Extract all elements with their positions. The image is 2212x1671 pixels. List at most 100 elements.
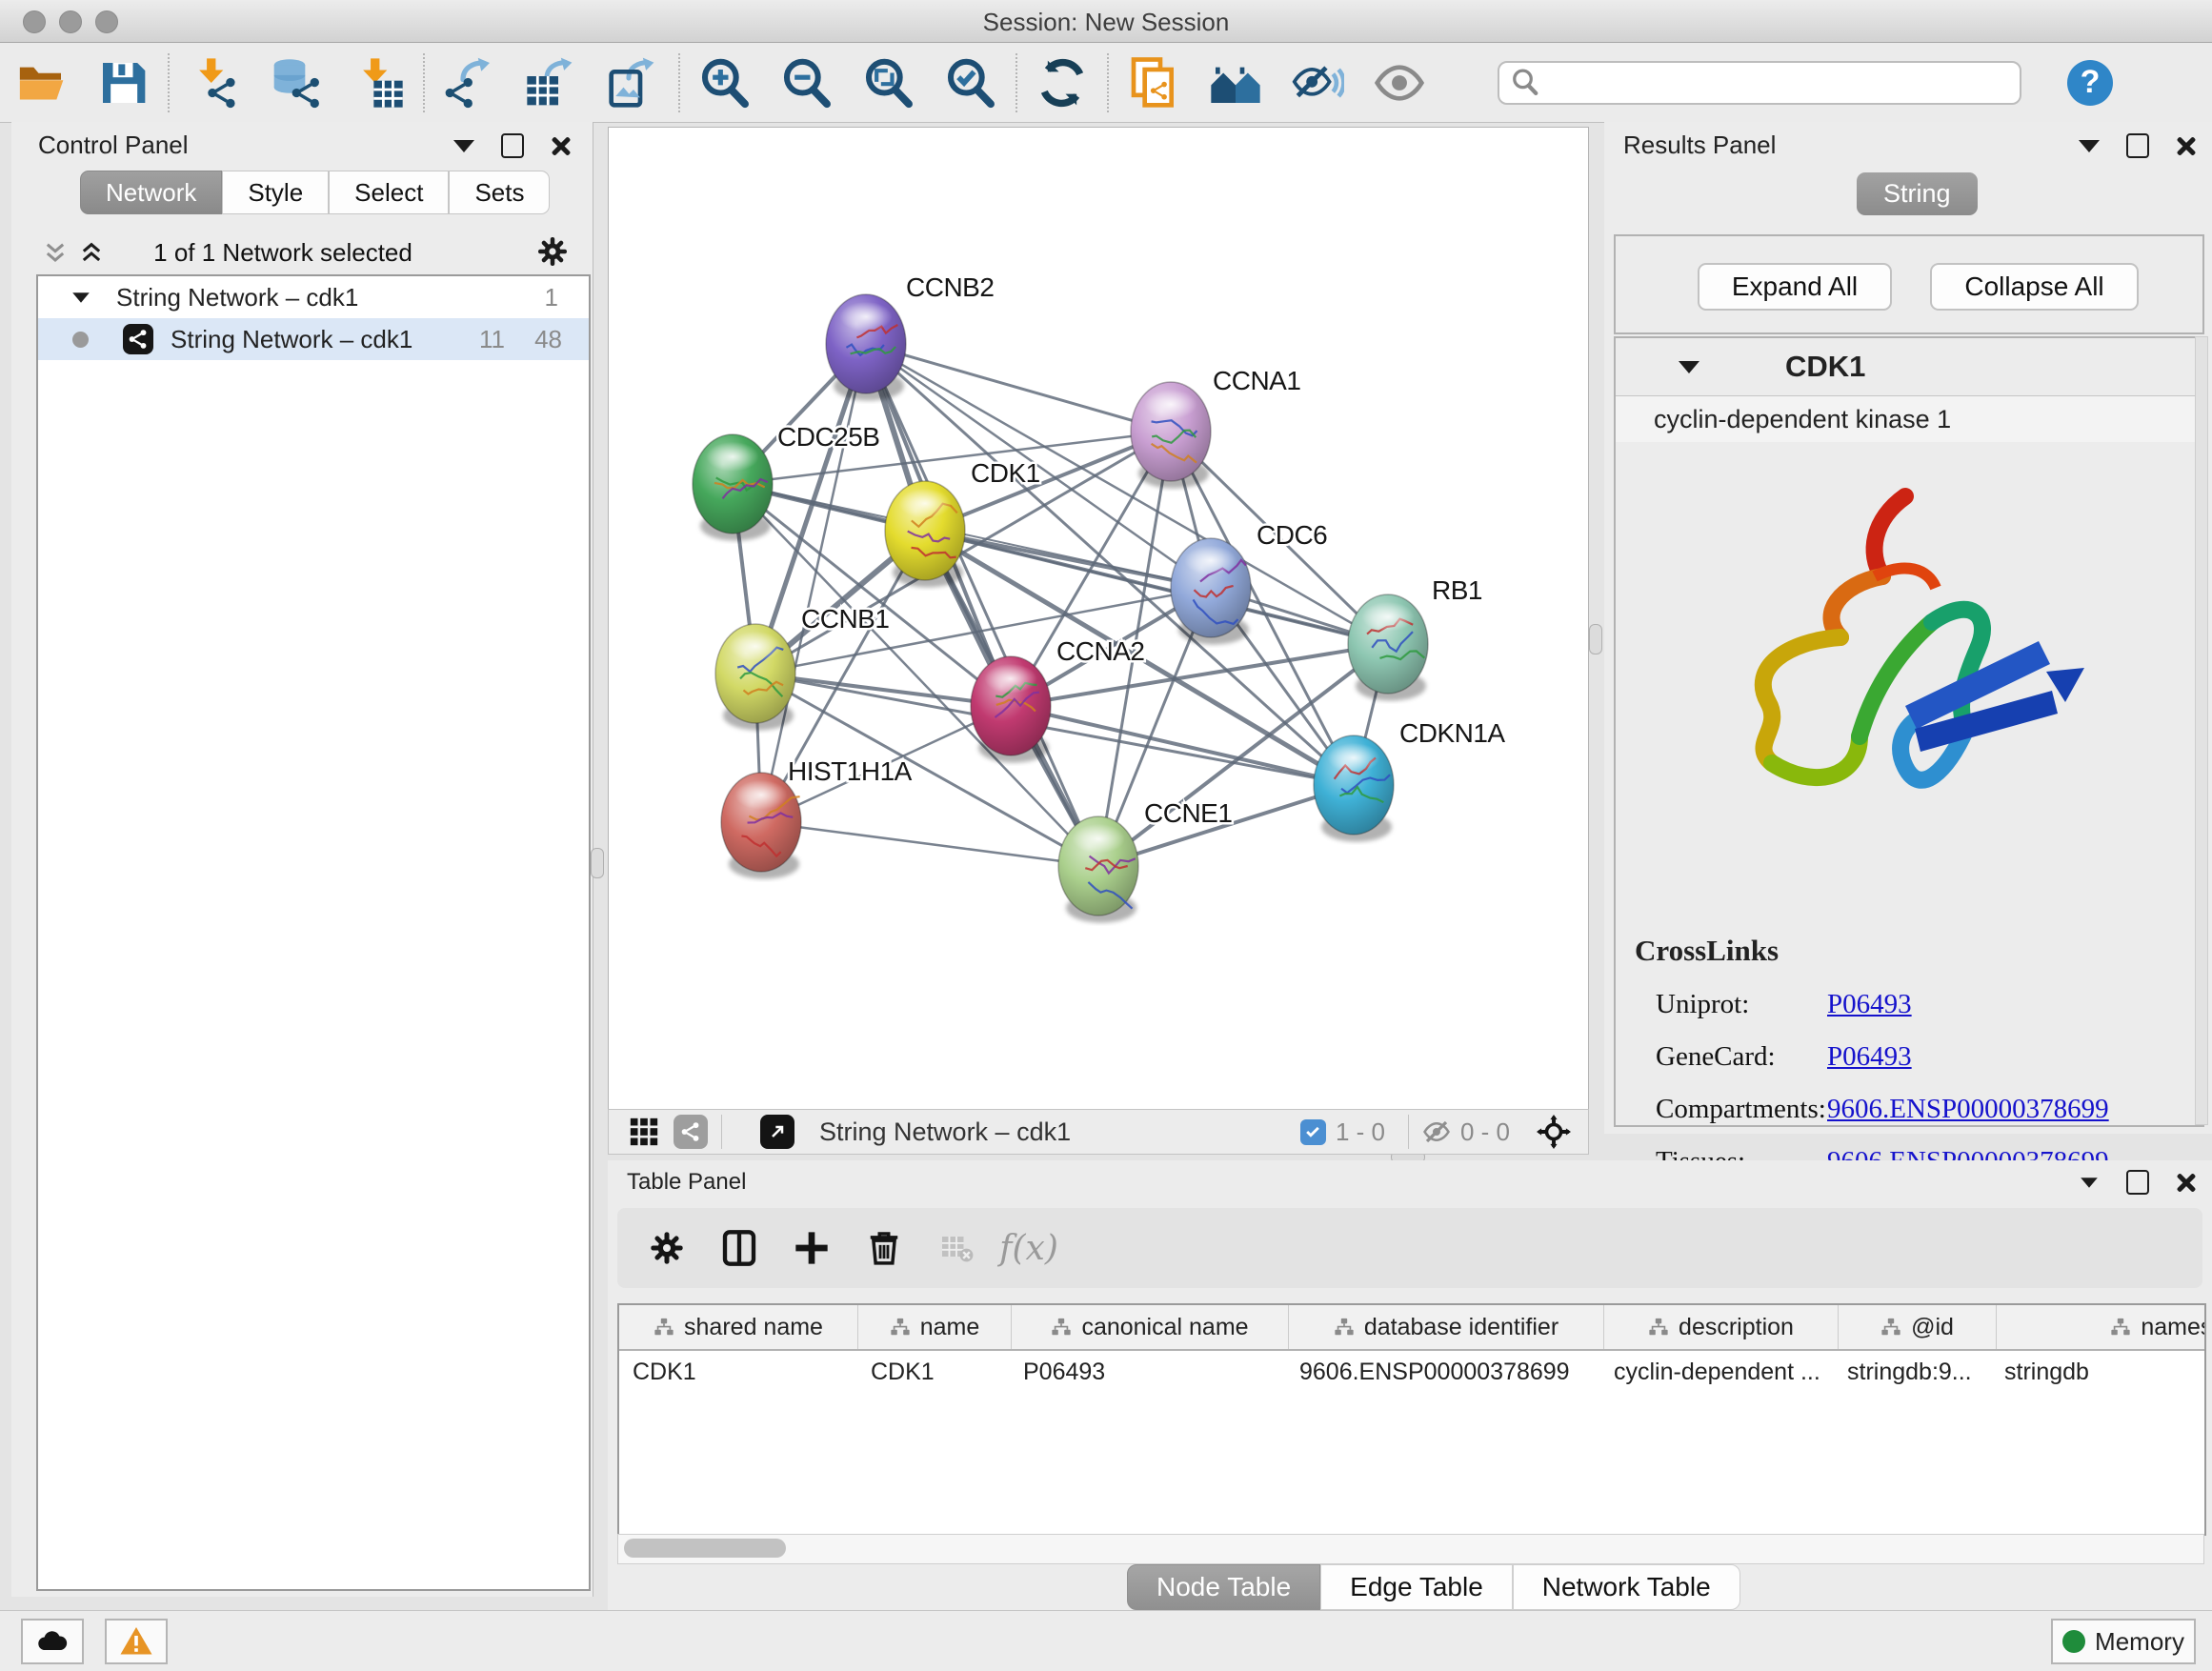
scrollbar-thumb[interactable]: [624, 1539, 786, 1558]
zoom-out-icon[interactable]: [766, 52, 848, 113]
tab-style[interactable]: Style: [222, 171, 329, 214]
table-horizontal-scrollbar[interactable]: [617, 1534, 2204, 1564]
import-network-file-icon[interactable]: [173, 52, 255, 113]
column-header-sharedname[interactable]: shared name: [619, 1305, 858, 1349]
crosslink-link[interactable]: 9606.ENSP00000378699: [1827, 1094, 2109, 1125]
open-session-icon[interactable]: [0, 52, 82, 113]
zoom-fit-icon[interactable]: [848, 52, 930, 113]
table-panel: Table Panel: [608, 1160, 2212, 1610]
zoom-selected-icon[interactable]: [930, 52, 1012, 113]
node-label-CDK1: CDK1: [971, 458, 1040, 488]
hide-selected-icon[interactable]: [1277, 52, 1358, 113]
close-panel-icon[interactable]: [2176, 1172, 2197, 1193]
refresh-view-icon[interactable]: [1021, 52, 1103, 113]
delete-column-icon[interactable]: [848, 1230, 920, 1266]
duplicate-network-view-icon[interactable]: [1113, 52, 1195, 113]
help-icon[interactable]: ?: [2067, 60, 2113, 106]
protein-structure-image: [1692, 462, 2092, 881]
edge-CCNB2-HIST1H1A[interactable]: [761, 344, 866, 822]
save-session-icon[interactable]: [82, 52, 164, 113]
tab-string[interactable]: String: [1857, 172, 1978, 215]
network-row[interactable]: String Network – cdk1 11 48: [38, 318, 589, 360]
float-panel-icon[interactable]: [501, 133, 524, 158]
table-options-gear-icon[interactable]: [631, 1229, 703, 1267]
column-type-icon: [890, 1317, 911, 1338]
edge-CCNA2-CDKN1A[interactable]: [1011, 706, 1354, 785]
search-input[interactable]: [1498, 61, 2021, 105]
column-type-icon: [1334, 1317, 1355, 1338]
create-column-icon[interactable]: [775, 1229, 848, 1267]
import-network-database-icon[interactable]: [255, 52, 337, 113]
show-columns-icon[interactable]: [703, 1229, 775, 1267]
expand-all-button[interactable]: Expand All: [1698, 263, 1892, 311]
right-splitter-handle[interactable]: [1589, 624, 1602, 654]
column-header-canonicalname[interactable]: canonical name: [1012, 1305, 1289, 1349]
memory-button[interactable]: Memory: [2051, 1619, 2196, 1664]
close-panel-icon[interactable]: [551, 135, 572, 156]
show-grid-icon[interactable]: [628, 1116, 660, 1148]
tab-select[interactable]: Select: [329, 171, 449, 214]
edge-CCNB2-CCNE1[interactable]: [866, 344, 1098, 866]
crosslink-link[interactable]: P06493: [1827, 989, 1912, 1020]
detach-view-icon[interactable]: [760, 1115, 794, 1149]
left-splitter-handle[interactable]: [591, 848, 604, 878]
network-overview-icon[interactable]: [674, 1115, 708, 1149]
crosslink-label: Uniprot:: [1656, 989, 1827, 1020]
float-panel-icon[interactable]: [2126, 1170, 2149, 1195]
hidden-counts: 0 - 0: [1460, 1117, 1510, 1147]
gene-expander-icon[interactable]: [1679, 361, 1699, 373]
selected-indicator-checkbox[interactable]: [1300, 1119, 1326, 1145]
table-cell: cyclin-dependent ...: [1600, 1351, 1834, 1393]
results-scrollbar[interactable]: [2195, 336, 2208, 1125]
float-panel-icon[interactable]: [2126, 133, 2149, 158]
edge-CCNB2-CCNA1[interactable]: [866, 344, 1171, 432]
panel-menu-icon[interactable]: [453, 140, 474, 152]
gene-symbol: CDK1: [1785, 350, 1865, 384]
zoom-in-icon[interactable]: [684, 52, 766, 113]
table-row[interactable]: CDK1CDK1P064939606.ENSP00000378699cyclin…: [619, 1351, 2204, 1393]
tab-sets[interactable]: Sets: [449, 171, 550, 214]
network-canvas[interactable]: CCNB2CCNA1CDC25BCDK1CDC6RB1CCNB1CCNA2HIS…: [608, 127, 1589, 1110]
column-header-databaseidentifier[interactable]: database identifier: [1289, 1305, 1604, 1349]
table-header-row: shared namenamecanonical namedatabase id…: [619, 1305, 2204, 1351]
toolbar-separator: [1408, 1115, 1409, 1149]
crosslink-link[interactable]: P06493: [1827, 1041, 1912, 1073]
node-navigator-icon[interactable]: [1537, 1115, 1571, 1149]
network-type-icon: [123, 324, 153, 354]
network-options-gear-icon[interactable]: [535, 234, 570, 269]
close-panel-icon[interactable]: [2176, 135, 2197, 156]
panel-menu-icon[interactable]: [2079, 140, 2100, 152]
edge-CCNE1-HIST1H1A[interactable]: [761, 822, 1098, 866]
import-table-file-icon[interactable]: [337, 52, 419, 113]
first-neighbors-icon[interactable]: [1195, 52, 1277, 113]
show-all-icon[interactable]: [1358, 52, 1440, 113]
table-cell: stringdb: [1991, 1351, 2206, 1393]
network-graph[interactable]: CCNB2CCNA1CDC25BCDK1CDC6RB1CCNB1CCNA2HIS…: [609, 128, 1588, 1109]
export-image-icon[interactable]: [593, 52, 674, 113]
network-collection-row[interactable]: String Network – cdk1 1: [38, 276, 589, 318]
network-selection-status: 1 of 1 Network selected: [11, 238, 554, 268]
gene-description-row: cyclin-dependent kinase 1: [1616, 396, 2202, 442]
collapse-all-button[interactable]: Collapse All: [1930, 263, 2139, 311]
tab-node-table[interactable]: Node Table: [1127, 1564, 1320, 1610]
column-header-id[interactable]: @id: [1839, 1305, 1997, 1349]
column-header-name[interactable]: name: [858, 1305, 1012, 1349]
column-header-namespace[interactable]: namespace: [1997, 1305, 2206, 1349]
warning-status-button[interactable]: [105, 1619, 168, 1664]
panel-menu-icon[interactable]: [2081, 1178, 2098, 1187]
column-header-description[interactable]: description: [1604, 1305, 1839, 1349]
table-tabs: Node TableEdge TableNetwork Table: [1127, 1564, 1740, 1610]
crosslink-label: Compartments:: [1656, 1094, 1827, 1125]
network-list: String Network – cdk1 1 String Network –…: [36, 274, 591, 1591]
export-table-icon[interactable]: [511, 52, 593, 113]
cloud-status-button[interactable]: [21, 1619, 84, 1664]
gene-card-header[interactable]: CDK1: [1616, 338, 2202, 396]
export-network-icon[interactable]: [429, 52, 511, 113]
hidden-indicator-icon[interactable]: [1422, 1117, 1451, 1146]
network-view-toolbar: String Network – cdk1 1 - 0 0 - 0: [608, 1109, 1589, 1155]
tab-network[interactable]: Network: [80, 171, 222, 214]
control-panel-title: Control Panel: [38, 131, 189, 160]
collection-expander-icon[interactable]: [72, 292, 90, 302]
tab-network-table[interactable]: Network Table: [1513, 1564, 1740, 1610]
tab-edge-table[interactable]: Edge Table: [1320, 1564, 1513, 1610]
